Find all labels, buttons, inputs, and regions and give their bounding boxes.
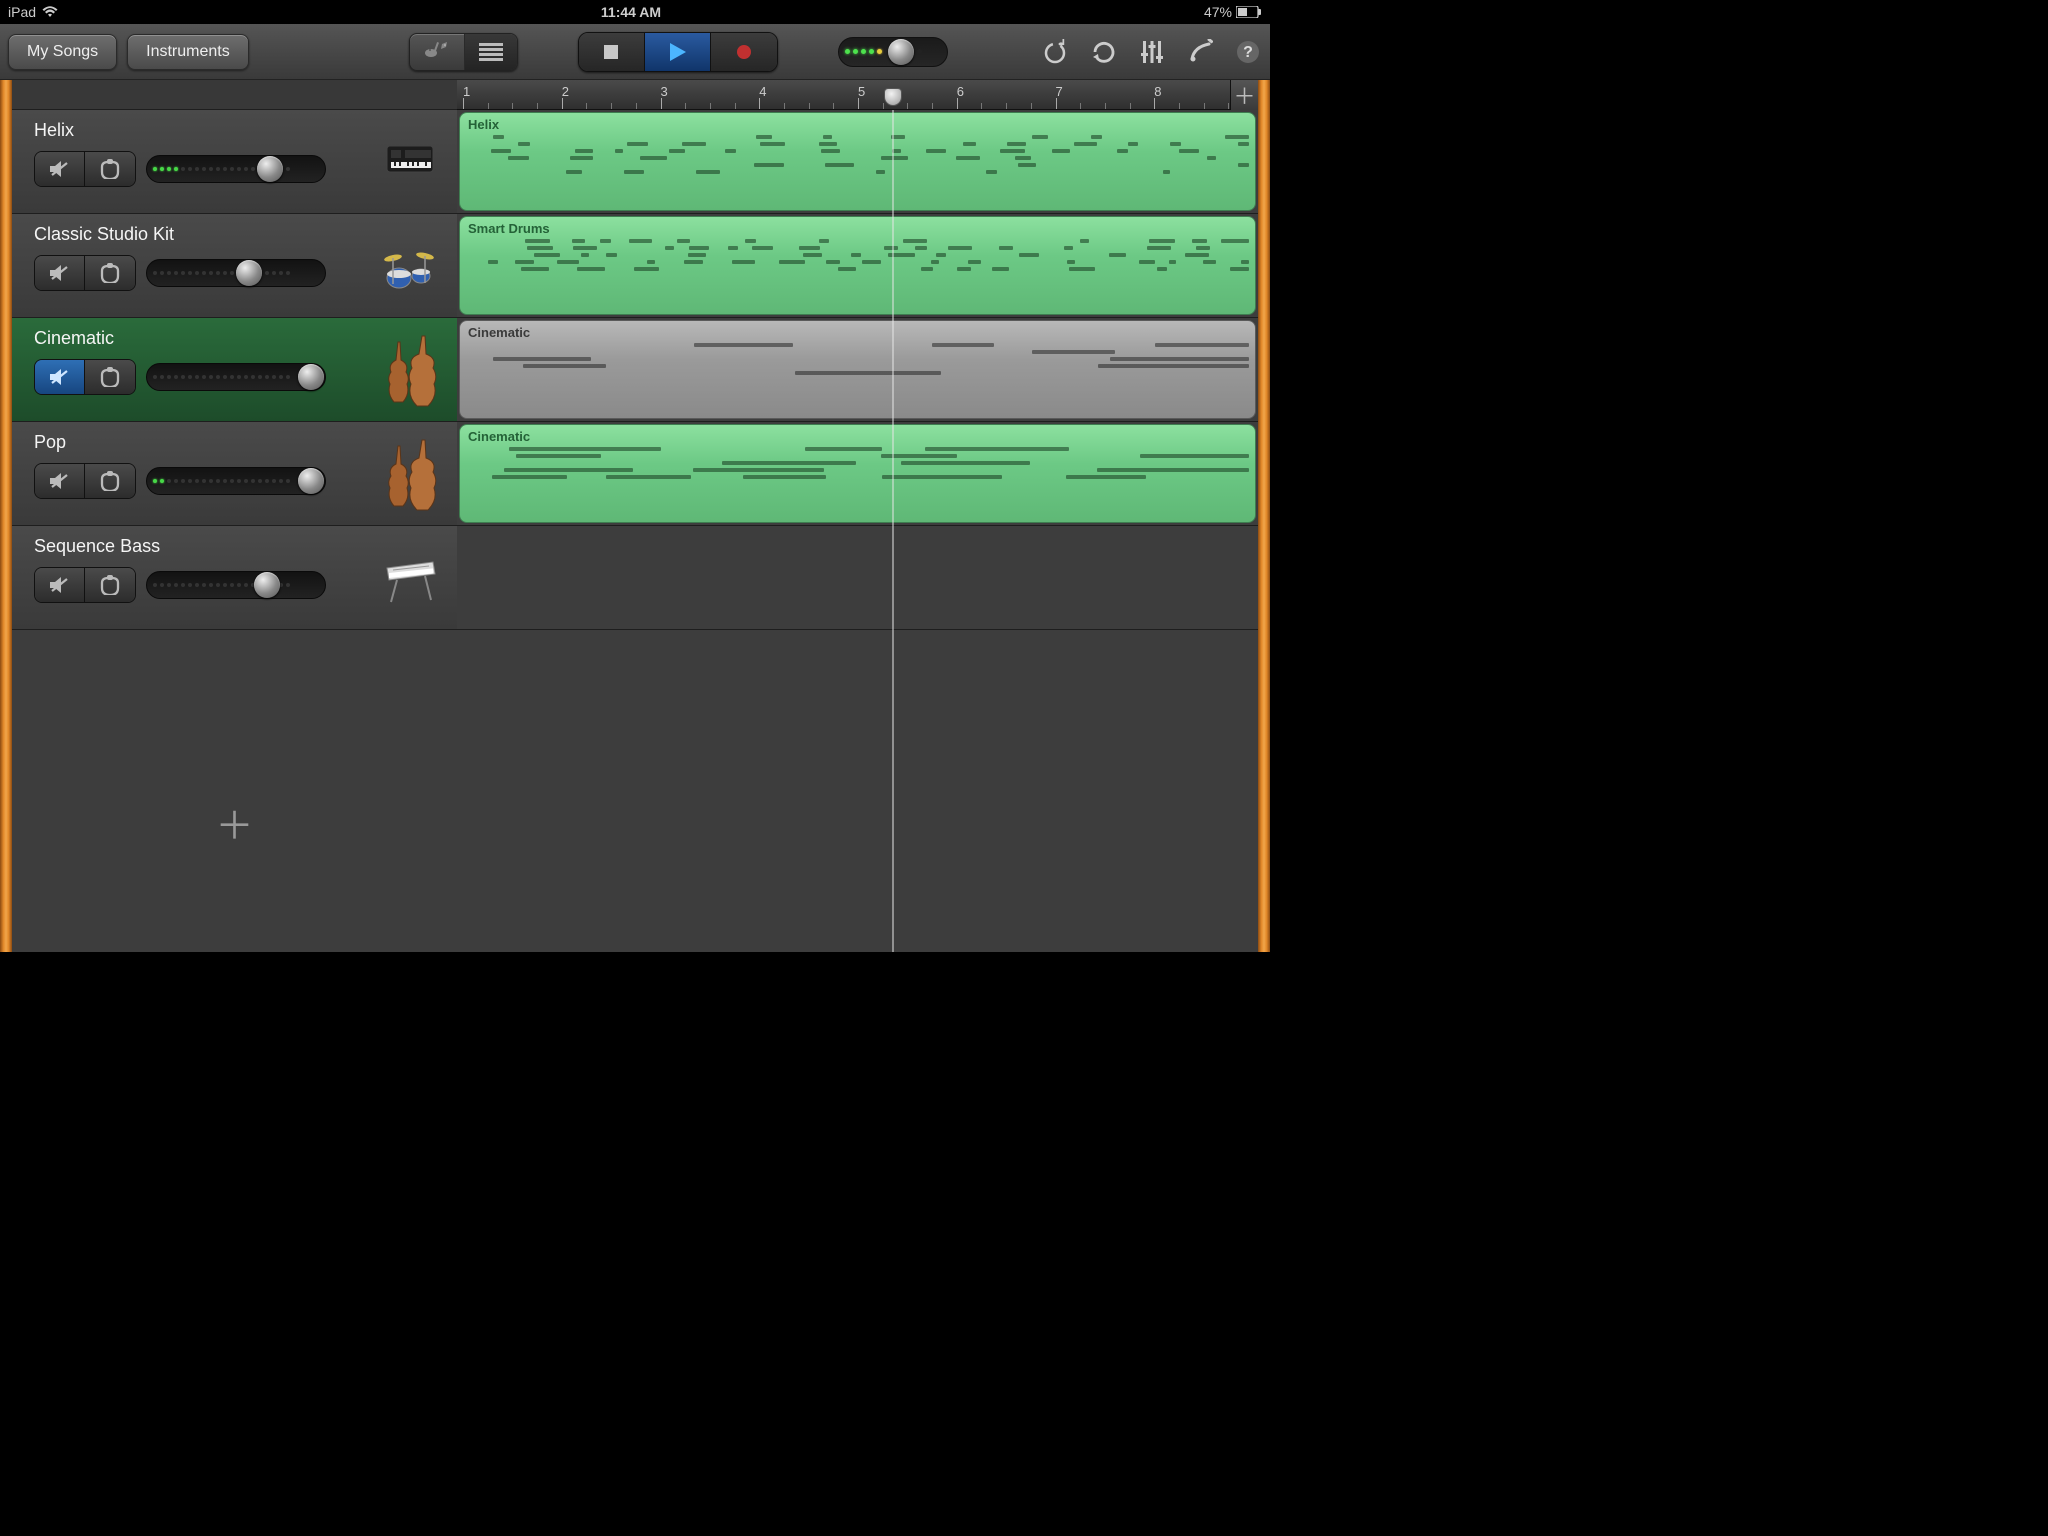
track-name: Pop [34, 432, 373, 453]
mute-button[interactable] [35, 256, 85, 290]
ruler-number: 6 [957, 84, 964, 99]
add-track-button[interactable]: ＋ [12, 692, 457, 952]
transport [578, 32, 778, 72]
track-header[interactable]: Helix [12, 110, 457, 214]
instruments-button[interactable]: Instruments [127, 34, 249, 70]
region-label: Cinematic [468, 325, 1247, 340]
track-volume[interactable] [146, 363, 326, 391]
track-volume[interactable] [146, 571, 326, 599]
stop-button[interactable] [579, 33, 645, 71]
solo-button[interactable] [85, 464, 135, 498]
device-label: iPad [8, 4, 36, 20]
ruler-number: 2 [562, 84, 569, 99]
synth-icon[interactable] [373, 120, 447, 205]
midi-region[interactable]: Helix [459, 112, 1256, 211]
view-toggle[interactable] [409, 33, 518, 71]
midi-region[interactable]: Smart Drums [459, 216, 1256, 315]
region-row[interactable]: Smart Drums [457, 214, 1258, 318]
ruler-number: 5 [858, 84, 865, 99]
track-header[interactable]: Sequence Bass [12, 526, 457, 630]
region-label: Cinematic [468, 429, 1247, 444]
record-button[interactable] [711, 33, 777, 71]
region-row[interactable]: Helix [457, 110, 1258, 214]
volume-knob[interactable] [257, 156, 283, 182]
track-panel: Helix [12, 80, 457, 952]
toolbar: My Songs Instruments [0, 24, 1270, 80]
wifi-icon [42, 6, 58, 18]
solo-button[interactable] [85, 152, 135, 186]
track-volume[interactable] [146, 467, 326, 495]
track-volume[interactable] [146, 155, 326, 183]
region-label: Helix [468, 117, 1247, 132]
tracks-view-icon[interactable] [465, 34, 517, 70]
region-row[interactable] [457, 526, 1258, 630]
keyboard-icon[interactable] [373, 536, 447, 621]
region-label: Smart Drums [468, 221, 1247, 236]
ruler-number: 4 [759, 84, 766, 99]
strings-icon[interactable] [373, 432, 447, 517]
drums-icon[interactable] [373, 224, 447, 309]
master-volume-knob[interactable] [888, 39, 914, 65]
song-section-border-left [0, 80, 12, 952]
help-icon[interactable]: ? [1234, 38, 1262, 66]
volume-knob[interactable] [236, 260, 262, 286]
instrument-view-icon[interactable] [410, 34, 465, 70]
track-header[interactable]: Pop [12, 422, 457, 526]
mute-button[interactable] [35, 464, 85, 498]
solo-button[interactable] [85, 360, 135, 394]
mute-button[interactable] [35, 152, 85, 186]
song-section-border-right [1258, 80, 1270, 952]
play-button[interactable] [645, 33, 711, 71]
solo-button[interactable] [85, 256, 135, 290]
volume-knob[interactable] [254, 572, 280, 598]
strings-icon[interactable] [373, 328, 447, 413]
volume-knob[interactable] [298, 364, 324, 390]
ruler[interactable]: 1 2 3 4 5 6 7 8 [457, 80, 1258, 110]
timeline[interactable]: 1 2 3 4 5 6 7 8 ＋ Helix Smart Drums Cinematic [457, 80, 1258, 952]
track-header[interactable]: Cinematic [12, 318, 457, 422]
region-row[interactable]: Cinematic [457, 318, 1258, 422]
svg-text:?: ? [1243, 44, 1253, 61]
volume-knob[interactable] [298, 468, 324, 494]
track-name: Classic Studio Kit [34, 224, 373, 245]
settings-icon[interactable] [1186, 38, 1214, 66]
ruler-number: 7 [1056, 84, 1063, 99]
track-volume[interactable] [146, 259, 326, 287]
track-name: Sequence Bass [34, 536, 373, 557]
battery-icon [1236, 6, 1262, 18]
mute-button[interactable] [35, 568, 85, 602]
track-header[interactable]: Classic Studio Kit [12, 214, 457, 318]
battery-percent: 47% [1204, 4, 1232, 20]
track-name: Helix [34, 120, 373, 141]
ruler-number: 3 [661, 84, 668, 99]
mixer-icon[interactable] [1138, 38, 1166, 66]
loop-browser-icon[interactable] [1090, 38, 1118, 66]
apple-loops-icon[interactable] [1042, 38, 1070, 66]
track-name: Cinematic [34, 328, 373, 349]
statusbar: iPad 11:44 AM 47% [0, 0, 1270, 24]
solo-button[interactable] [85, 568, 135, 602]
ruler-number: 8 [1154, 84, 1161, 99]
my-songs-button[interactable]: My Songs [8, 34, 117, 70]
midi-region[interactable]: Cinematic [459, 320, 1256, 419]
midi-region[interactable]: Cinematic [459, 424, 1256, 523]
add-section-button[interactable]: ＋ [1230, 80, 1258, 110]
workspace: Helix [0, 80, 1270, 952]
region-row[interactable]: Cinematic [457, 422, 1258, 526]
clock: 11:44 AM [58, 4, 1204, 20]
playhead-line [892, 110, 893, 952]
playhead[interactable] [884, 88, 902, 106]
ruler-number: 1 [463, 84, 470, 99]
mute-button[interactable] [35, 360, 85, 394]
master-volume[interactable] [838, 37, 948, 67]
